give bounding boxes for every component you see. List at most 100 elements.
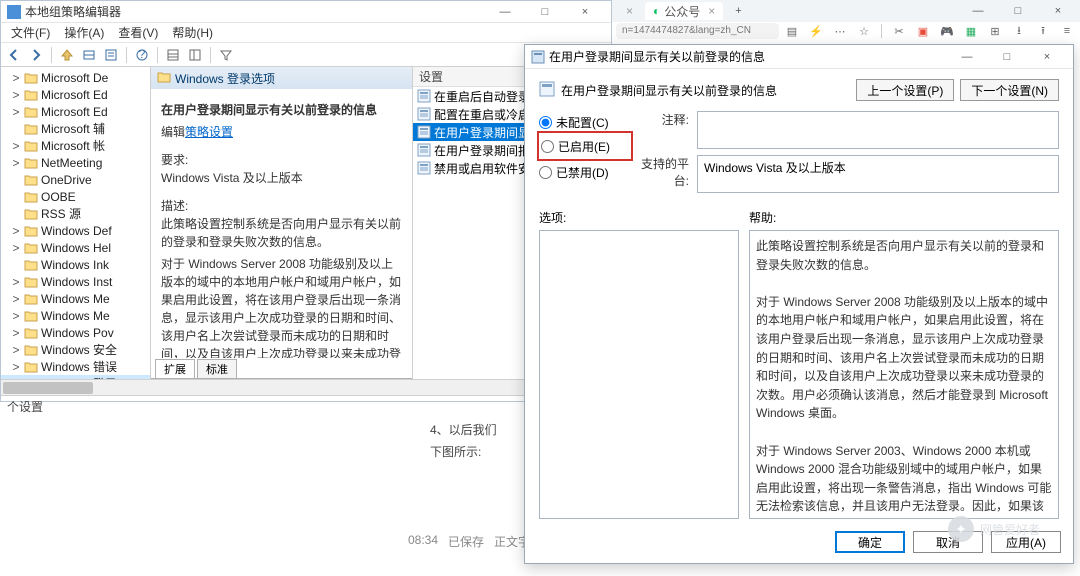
- toolbar: ?: [1, 43, 611, 67]
- tree-item[interactable]: >Microsoft 帐: [1, 137, 150, 154]
- watermark: ✦ 网管爱好者: [948, 516, 1040, 542]
- up-icon[interactable]: [58, 46, 76, 64]
- comment-field[interactable]: [697, 111, 1059, 149]
- bolt-icon[interactable]: ⚡: [809, 24, 823, 38]
- tree-item[interactable]: OOBE: [1, 188, 150, 205]
- tree-item[interactable]: RSS 源: [1, 205, 150, 222]
- properties-icon[interactable]: [102, 46, 120, 64]
- app-icon: [7, 5, 21, 19]
- grid-icon[interactable]: ▦: [964, 24, 978, 38]
- minimize-button[interactable]: —: [947, 47, 987, 67]
- policy-name: 在用户登录期间显示有关以前登录的信息: [561, 82, 850, 99]
- svg-text:?: ?: [139, 48, 146, 61]
- menu-bar: 文件(F) 操作(A) 查看(V) 帮助(H): [1, 23, 611, 43]
- tree-item[interactable]: >Microsoft Ed: [1, 103, 150, 120]
- edit-policy-link[interactable]: 策略设置: [185, 125, 233, 139]
- menu-view[interactable]: 查看(V): [112, 22, 164, 43]
- tree-pane[interactable]: >Microsoft De>Microsoft Ed>Microsoft EdM…: [1, 67, 151, 379]
- browser-tab-2[interactable]: ◐ 公众号 ×: [645, 2, 723, 20]
- help-icon[interactable]: ?: [133, 46, 151, 64]
- next-setting-button[interactable]: 下一个设置(N): [960, 79, 1059, 101]
- platform-label: 支持的平台:: [637, 155, 697, 193]
- details-pane: Windows 登录选项 在用户登录期间显示有关以前登录的信息 编辑策略设置 要…: [151, 67, 413, 379]
- status-bar: 个设置: [1, 395, 611, 415]
- help-box: 此策略设置控制系统是否向用户显示有关以前的登录和登录失败次数的信息。 对于 Wi…: [749, 230, 1059, 519]
- close-button[interactable]: ×: [1038, 1, 1078, 21]
- tree-item[interactable]: >Microsoft De: [1, 69, 150, 86]
- game-icon[interactable]: 🎮: [940, 24, 954, 38]
- list-view-icon[interactable]: [164, 46, 182, 64]
- article-body: 4、以后我们 下图所示:: [430, 420, 497, 463]
- upload-icon[interactable]: ⭱: [1036, 24, 1050, 38]
- tree-item[interactable]: >Windows Inst: [1, 273, 150, 290]
- tab-standard[interactable]: 标准: [197, 359, 237, 378]
- tab-label: 公众号: [664, 3, 700, 20]
- browser-tab-1[interactable]: ×: [614, 2, 641, 20]
- menu-file[interactable]: 文件(F): [5, 22, 56, 43]
- forward-icon[interactable]: [27, 46, 45, 64]
- folder-icon: [24, 208, 38, 220]
- folder-icon: [24, 191, 38, 203]
- tree-item[interactable]: >Microsoft Ed: [1, 86, 150, 103]
- folder-icon: [24, 225, 38, 237]
- menu-action[interactable]: 操作(A): [58, 22, 110, 43]
- close-button[interactable]: ×: [565, 2, 605, 22]
- tree-item[interactable]: Microsoft 辅: [1, 120, 150, 137]
- new-tab-button[interactable]: +: [727, 2, 749, 20]
- dialog-icon: [531, 50, 545, 64]
- folder-icon: [24, 123, 38, 135]
- tree-item[interactable]: OneDrive: [1, 171, 150, 188]
- tree-item[interactable]: >Windows Me: [1, 290, 150, 307]
- star-icon[interactable]: ☆: [857, 24, 871, 38]
- gpedit-window: 本地组策略编辑器 — □ × 文件(F) 操作(A) 查看(V) 帮助(H) ?…: [0, 0, 612, 402]
- minimize-button[interactable]: —: [958, 1, 998, 21]
- tree-item[interactable]: Windows Ink: [1, 256, 150, 273]
- tree-item[interactable]: Windows 登录: [1, 375, 150, 379]
- help-label: 帮助:: [749, 209, 1059, 226]
- maximize-button[interactable]: □: [525, 2, 565, 22]
- download-icon[interactable]: ⭳: [1012, 24, 1026, 38]
- back-icon[interactable]: [5, 46, 23, 64]
- scissors-icon[interactable]: ✂: [892, 24, 906, 38]
- tree-item[interactable]: >Windows Pov: [1, 324, 150, 341]
- setting-icon: [417, 161, 431, 175]
- close-button[interactable]: ×: [1027, 47, 1067, 67]
- box-icon[interactable]: ▣: [916, 24, 930, 38]
- maximize-button[interactable]: □: [987, 47, 1027, 67]
- folder-icon: [24, 72, 38, 84]
- show-hide-icon[interactable]: [80, 46, 98, 64]
- image-icon[interactable]: ▤: [785, 24, 799, 38]
- address-bar[interactable]: n=1474474827&lang=zh_CN: [616, 23, 779, 39]
- radio-disabled[interactable]: 已禁用(D): [539, 161, 621, 183]
- apps-icon[interactable]: ⊞: [988, 24, 1002, 38]
- folder-icon: [24, 242, 38, 254]
- close-icon[interactable]: ×: [708, 4, 715, 18]
- setting-icon: [417, 107, 431, 121]
- highlight-box: 已启用(E): [537, 131, 633, 161]
- tree-item[interactable]: >NetMeeting: [1, 154, 150, 171]
- radio-not-configured[interactable]: 未配置(C): [539, 111, 621, 133]
- folder-icon: [24, 89, 38, 101]
- filter-icon[interactable]: [217, 46, 235, 64]
- setting-icon: [417, 89, 431, 103]
- folder-icon: [24, 361, 38, 373]
- detail-view-icon[interactable]: [186, 46, 204, 64]
- dialog-title: 在用户登录期间显示有关以前登录的信息: [549, 48, 947, 65]
- tree-item[interactable]: >Windows Def: [1, 222, 150, 239]
- policy-dialog: 在用户登录期间显示有关以前登录的信息 — □ × 在用户登录期间显示有关以前登录…: [524, 44, 1074, 564]
- prev-setting-button[interactable]: 上一个设置(P): [856, 79, 954, 101]
- ok-button[interactable]: 确定: [835, 531, 905, 553]
- tree-item[interactable]: >Windows 错误: [1, 358, 150, 375]
- more-icon[interactable]: ⋯: [833, 24, 847, 38]
- tree-item[interactable]: >Windows Hel: [1, 239, 150, 256]
- menu-help[interactable]: 帮助(H): [166, 22, 219, 43]
- close-icon[interactable]: ×: [626, 4, 633, 18]
- minimize-button[interactable]: —: [485, 2, 525, 22]
- tree-item[interactable]: >Windows Me: [1, 307, 150, 324]
- radio-enabled[interactable]: 已启用(E): [541, 135, 629, 157]
- tree-item[interactable]: >Windows 安全: [1, 341, 150, 358]
- menu-icon[interactable]: ≡: [1060, 24, 1074, 38]
- maximize-button[interactable]: □: [998, 1, 1038, 21]
- h-scrollbar[interactable]: [1, 379, 611, 395]
- tab-extended[interactable]: 扩展: [155, 359, 195, 378]
